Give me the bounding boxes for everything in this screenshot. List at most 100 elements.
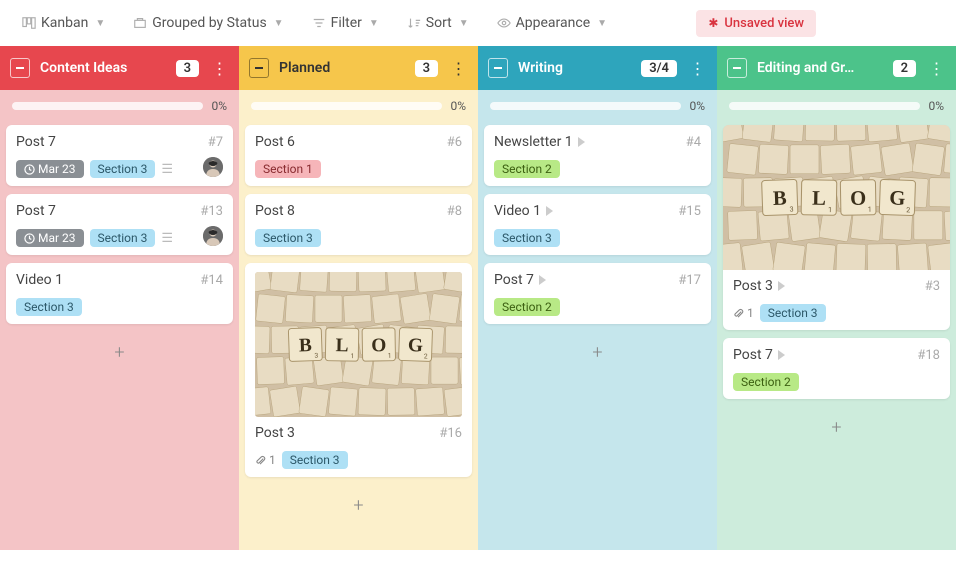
column-count: 3/4 [641,60,677,77]
add-card-button[interactable]: + [0,328,239,377]
avatar[interactable] [203,226,223,246]
progress-text: 0% [450,99,466,113]
card-tags: Section 2 [733,373,940,391]
unsaved-view-badge[interactable]: ✱ Unsaved view [696,10,816,37]
svg-text:L: L [335,335,348,356]
kanban-card[interactable]: Post 6 #6 Section 1 [245,125,472,186]
add-card-button[interactable]: + [239,481,478,530]
column-menu[interactable]: ⋮ [687,59,707,78]
appearance-selector[interactable]: Appearance ▼ [497,15,607,31]
collapse-button[interactable] [488,58,508,78]
dots-icon: ⋮ [451,59,466,78]
card-number: #4 [686,135,701,150]
sort-selector[interactable]: Sort ▼ [407,15,469,31]
add-card-button[interactable]: + [478,328,717,377]
svg-text:2: 2 [906,205,910,214]
chevron-down-icon: ▼ [597,18,607,29]
column-yellow: Planned 3 ⋮ 0% Post 6 #6 Section 1 Post … [239,46,478,550]
date-tag: Mar 23 [16,160,84,178]
card-tags: Section 3 [494,229,701,247]
filter-selector[interactable]: Filter ▼ [312,15,379,31]
card-top-row: Video 1 #15 [494,203,701,219]
kanban-card[interactable]: Newsletter 1 #4 Section 2 [484,125,711,186]
kanban-card[interactable]: Video 1 #14 Section 3 [6,263,233,324]
kanban-board: Content Ideas 3 ⋮ 0% Post 7 #7 Mar 23 Sec… [0,46,958,550]
attachment-indicator: 1 [255,453,276,467]
card-title: Post 3 [255,425,295,441]
card-tags: Mar 23 Section 3 ☰ [16,160,223,178]
play-icon [539,275,546,285]
chevron-down-icon: ▼ [274,18,284,29]
svg-text:2: 2 [424,352,428,360]
section-tag: Section 2 [494,160,560,178]
kanban-card[interactable]: Post 7 #13 Mar 23Section 3☰ [6,194,233,255]
eye-icon [497,16,511,30]
progress-text: 0% [928,99,944,113]
card-number: #16 [439,426,462,441]
column-header: Writing 3/4 ⋮ [478,46,717,90]
section-tag: Section 3 [494,229,560,247]
sort-label: Sort [426,15,452,31]
appearance-label: Appearance [516,15,590,31]
description-icon: ☰ [161,162,173,177]
filter-icon [312,16,326,30]
card-top-row: Post 3 #3 [733,278,940,294]
column-header: Planned 3 ⋮ [239,46,478,90]
section-tag: Section 3 [282,451,348,469]
group-by-selector[interactable]: Grouped by Status ▼ [133,15,283,31]
column-menu[interactable]: ⋮ [448,59,468,78]
svg-text:3: 3 [789,204,793,213]
card-tags: 1Section 3 [733,304,940,322]
card-top-row: Post 7 #7 [16,134,223,150]
play-icon [578,137,585,147]
asterisk-icon: ✱ [708,16,718,30]
kanban-card[interactable]: Post 8 #8 Section 3 [245,194,472,255]
svg-text:1: 1 [868,205,872,214]
column-menu[interactable]: ⋮ [209,59,229,78]
card-number: #15 [678,204,701,219]
kanban-card[interactable]: Post 7 #18 Section 2 [723,338,950,399]
chevron-down-icon: ▼ [369,18,379,29]
card-top-row: Post 7 #17 [494,272,701,288]
card-number: #6 [447,135,462,150]
view-type-selector[interactable]: Kanban ▼ [22,15,105,31]
card-title: Video 1 [16,272,63,288]
avatar[interactable] [203,157,223,177]
progress-row: 0% [717,90,956,121]
card-tags: Section 3 [16,298,223,316]
column-title: Editing and Gr… [757,60,883,76]
card-tags: Mar 23Section 3☰ [16,229,223,247]
column-count: 2 [893,60,916,77]
chevron-down-icon: ▼ [95,18,105,29]
card-number: #3 [925,279,940,294]
svg-text:1: 1 [388,352,392,360]
collapse-button[interactable] [727,58,747,78]
column-header: Editing and Gr… 2 ⋮ [717,46,956,90]
column-red: Content Ideas 3 ⋮ 0% Post 7 #7 Mar 23Sec… [0,46,239,550]
svg-text:3: 3 [314,352,318,360]
chevron-down-icon: ▼ [459,18,469,29]
card-number: #18 [917,348,940,363]
kanban-card[interactable]: Post 7 #17 Section 2 [484,263,711,324]
column-menu[interactable]: ⋮ [926,59,946,78]
card-tags: Section 1 [255,160,462,178]
column-title: Planned [279,60,405,76]
collapse-button[interactable] [10,58,30,78]
kanban-card[interactable]: Video 1 #15 Section 3 [484,194,711,255]
section-tag: Section 3 [760,304,826,322]
card-number: #14 [200,273,223,288]
group-by-label: Grouped by Status [152,15,266,31]
svg-text:G: G [889,187,906,210]
kanban-card[interactable]: B 3 L 1 O 1 G 2 Post 3 #16 1Section 3 [245,263,472,477]
column-teal: Writing 3/4 ⋮ 0% Newsletter 1 #4 Section… [478,46,717,550]
column-title: Content Ideas [40,60,166,76]
kanban-card[interactable]: B 3 L 1 O 1 G 2 Post 3 #3 1Section 3 [723,125,950,330]
kanban-card[interactable]: Post 7 #7 Mar 23 Section 3 ☰ [6,125,233,186]
collapse-button[interactable] [249,58,269,78]
add-card-button[interactable]: + [717,403,956,452]
description-icon: ☰ [161,231,173,246]
section-tag: Section 3 [90,160,156,178]
section-tag: Section 2 [733,373,799,391]
column-title: Writing [518,60,631,76]
section-tag: Section 3 [16,298,82,316]
